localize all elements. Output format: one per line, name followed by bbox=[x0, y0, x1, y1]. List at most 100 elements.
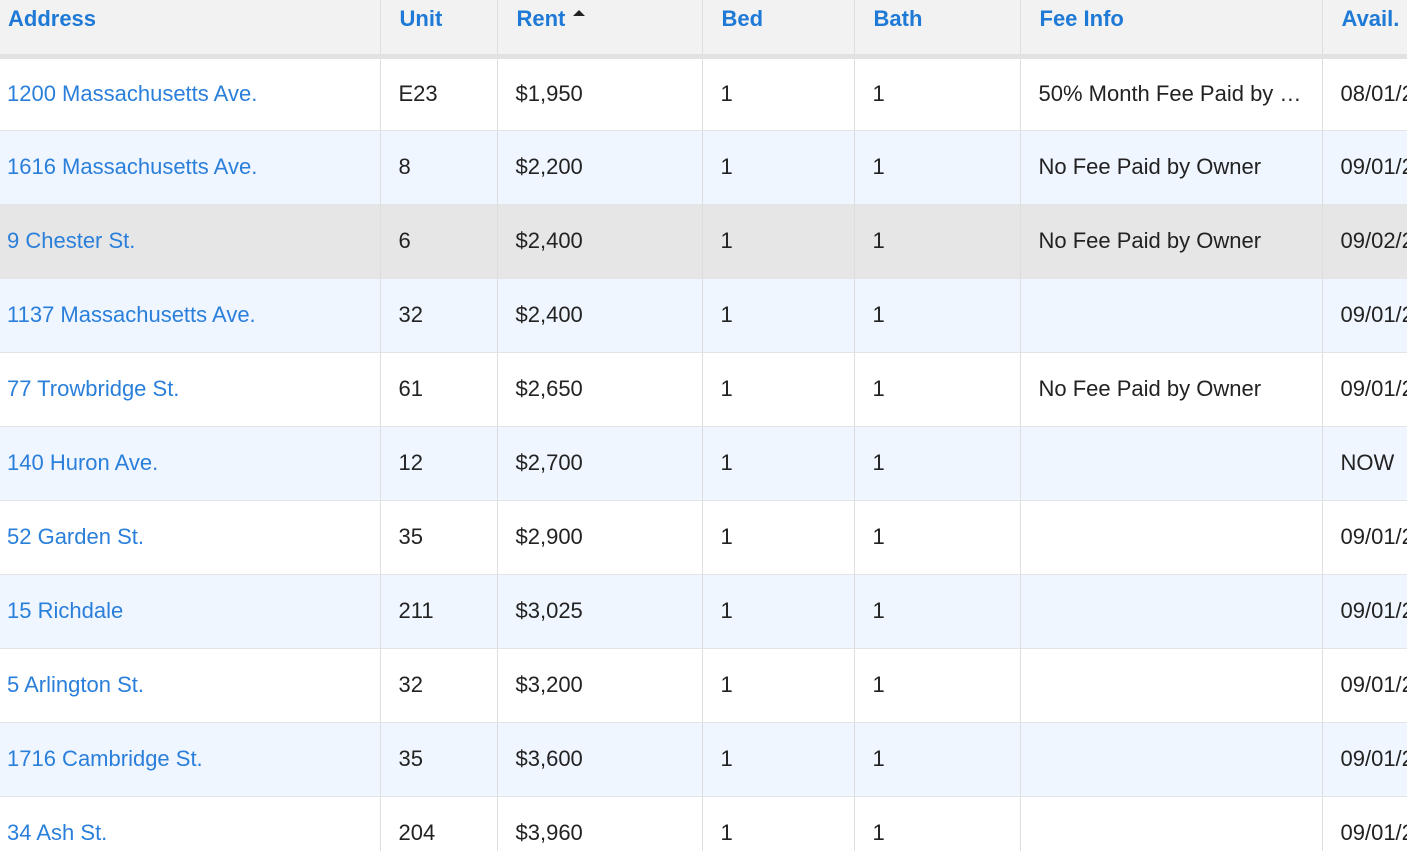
bath-cell: 1 bbox=[854, 426, 1021, 500]
rent-cell: $1,950 bbox=[497, 56, 703, 130]
rent-cell: $3,600 bbox=[497, 722, 703, 796]
bed-cell: 1 bbox=[702, 204, 855, 278]
bed-cell: 1 bbox=[702, 56, 855, 130]
unit-cell: 6 bbox=[380, 204, 498, 278]
unit-cell: 61 bbox=[380, 352, 498, 426]
listings-table: Address Unit Rent Bed Bath Fee Info Avai… bbox=[0, 0, 1407, 851]
bed-cell: 1 bbox=[702, 648, 855, 722]
bath-cell: 1 bbox=[854, 352, 1021, 426]
header-row: Address Unit Rent Bed Bath Fee Info Avai… bbox=[0, 0, 1407, 59]
unit-cell: 35 bbox=[380, 500, 498, 574]
bath-cell: 1 bbox=[854, 722, 1021, 796]
unit-cell: 204 bbox=[380, 796, 498, 851]
bath-cell: 1 bbox=[854, 796, 1021, 851]
column-header-rent[interactable]: Rent bbox=[497, 0, 703, 59]
bed-cell: 1 bbox=[702, 574, 855, 648]
bath-cell: 1 bbox=[854, 130, 1021, 204]
avail-cell: 09/01/2 bbox=[1322, 352, 1407, 426]
address-link[interactable]: 1200 Massachusetts Ave. bbox=[7, 81, 257, 106]
address-link[interactable]: 15 Richdale bbox=[7, 598, 123, 623]
rent-cell: $2,700 bbox=[497, 426, 703, 500]
bath-cell: 1 bbox=[854, 56, 1021, 130]
avail-cell: 09/01/2 bbox=[1322, 722, 1407, 796]
avail-cell: 09/02/2 bbox=[1322, 204, 1407, 278]
address-link[interactable]: 52 Garden St. bbox=[7, 524, 144, 549]
unit-cell: 32 bbox=[380, 278, 498, 352]
address-cell: 1137 Massachusetts Ave. bbox=[0, 278, 381, 352]
column-header-avail-label: Avail. bbox=[1341, 6, 1400, 31]
table-row[interactable]: 140 Huron Ave. 12 $2,700 1 1 NOW bbox=[0, 426, 1407, 500]
fee-info-cell bbox=[1020, 500, 1323, 574]
address-cell: 77 Trowbridge St. bbox=[0, 352, 381, 426]
column-header-avail[interactable]: Avail. bbox=[1322, 0, 1407, 59]
bath-cell: 1 bbox=[854, 278, 1021, 352]
column-header-unit[interactable]: Unit bbox=[380, 0, 498, 59]
address-link[interactable]: 1137 Massachusetts Ave. bbox=[7, 302, 256, 327]
bath-cell: 1 bbox=[854, 648, 1021, 722]
unit-cell: 32 bbox=[380, 648, 498, 722]
table-row[interactable]: 5 Arlington St. 32 $3,200 1 1 09/01/2 bbox=[0, 648, 1407, 722]
table-row[interactable]: 77 Trowbridge St. 61 $2,650 1 1 No Fee Paid b… bbox=[0, 352, 1407, 426]
fee-info-cell: No Fee Paid by Owner bbox=[1020, 130, 1323, 204]
table-row[interactable]: 1137 Massachusetts Ave. 32 $2,400 1 1 09/01/2 bbox=[0, 278, 1407, 352]
sort-ascending-icon bbox=[573, 10, 586, 16]
column-header-address-label: Address bbox=[8, 6, 97, 31]
avail-cell: 09/01/2 bbox=[1322, 278, 1407, 352]
bed-cell: 1 bbox=[702, 500, 855, 574]
rent-cell: $2,400 bbox=[497, 278, 703, 352]
column-header-address[interactable]: Address bbox=[0, 0, 381, 59]
table-row[interactable]: 1616 Massachusetts Ave. 8 $2,200 1 1 No Fee P… bbox=[0, 130, 1407, 204]
table-body: 1200 Massachusetts Ave. E23 $1,950 1 1 50% Mo… bbox=[0, 56, 1407, 851]
table-row[interactable]: 52 Garden St. 35 $2,900 1 1 09/01/2 bbox=[0, 500, 1407, 574]
address-cell: 5 Arlington St. bbox=[0, 648, 381, 722]
address-link[interactable]: 5 Arlington St. bbox=[7, 672, 144, 697]
address-cell: 52 Garden St. bbox=[0, 500, 381, 574]
table-row[interactable]: 1716 Cambridge St. 35 $3,600 1 1 09/01/2 bbox=[0, 722, 1407, 796]
rent-cell: $2,650 bbox=[497, 352, 703, 426]
address-cell: 15 Richdale bbox=[0, 574, 381, 648]
rent-cell: $2,900 bbox=[497, 500, 703, 574]
column-header-bath[interactable]: Bath bbox=[854, 0, 1021, 59]
fee-info-cell: 50% Month Fee Paid by Owner bbox=[1020, 56, 1323, 130]
bed-cell: 1 bbox=[702, 796, 855, 851]
address-cell: 140 Huron Ave. bbox=[0, 426, 381, 500]
column-header-bed[interactable]: Bed bbox=[702, 0, 855, 59]
address-link[interactable]: 1616 Massachusetts Ave. bbox=[7, 154, 257, 179]
column-header-rent-label: Rent bbox=[516, 6, 566, 31]
fee-info-cell bbox=[1020, 796, 1323, 851]
address-cell: 9 Chester St. bbox=[0, 204, 381, 278]
unit-cell: 211 bbox=[380, 574, 498, 648]
table-row[interactable]: 34 Ash St. 204 $3,960 1 1 09/01/2 bbox=[0, 796, 1407, 851]
bath-cell: 1 bbox=[854, 204, 1021, 278]
address-link[interactable]: 9 Chester St. bbox=[7, 228, 135, 253]
address-link[interactable]: 34 Ash St. bbox=[7, 820, 107, 845]
address-cell: 34 Ash St. bbox=[0, 796, 381, 851]
bed-cell: 1 bbox=[702, 722, 855, 796]
avail-cell: 09/01/2 bbox=[1322, 500, 1407, 574]
unit-cell: E23 bbox=[380, 56, 498, 130]
unit-cell: 12 bbox=[380, 426, 498, 500]
rent-cell: $2,200 bbox=[497, 130, 703, 204]
bed-cell: 1 bbox=[702, 130, 855, 204]
address-link[interactable]: 1716 Cambridge St. bbox=[7, 746, 203, 771]
column-header-fee-info[interactable]: Fee Info bbox=[1020, 0, 1323, 59]
bed-cell: 1 bbox=[702, 278, 855, 352]
column-header-fee-info-label: Fee Info bbox=[1039, 6, 1124, 31]
listings-table-container: Address Unit Rent Bed Bath Fee Info Avai… bbox=[0, 0, 1407, 851]
table-row[interactable]: 15 Richdale 211 $3,025 1 1 09/01/2 bbox=[0, 574, 1407, 648]
table-row[interactable]: 9 Chester St. 6 $2,400 1 1 No Fee Paid by Own… bbox=[0, 204, 1407, 278]
address-link[interactable]: 77 Trowbridge St. bbox=[7, 376, 179, 401]
bed-cell: 1 bbox=[702, 426, 855, 500]
column-header-bed-label: Bed bbox=[721, 6, 764, 31]
column-header-bath-label: Bath bbox=[873, 6, 923, 31]
column-header-unit-label: Unit bbox=[399, 6, 443, 31]
address-link[interactable]: 140 Huron Ave. bbox=[7, 450, 158, 475]
fee-info-cell bbox=[1020, 426, 1323, 500]
table-row[interactable]: 1200 Massachusetts Ave. E23 $1,950 1 1 50% Mo… bbox=[0, 56, 1407, 130]
address-cell: 1616 Massachusetts Ave. bbox=[0, 130, 381, 204]
rent-cell: $3,025 bbox=[497, 574, 703, 648]
avail-cell: NOW bbox=[1322, 426, 1407, 500]
fee-info-cell: No Fee Paid by Owner bbox=[1020, 204, 1323, 278]
bath-cell: 1 bbox=[854, 574, 1021, 648]
avail-cell: 09/01/2 bbox=[1322, 574, 1407, 648]
